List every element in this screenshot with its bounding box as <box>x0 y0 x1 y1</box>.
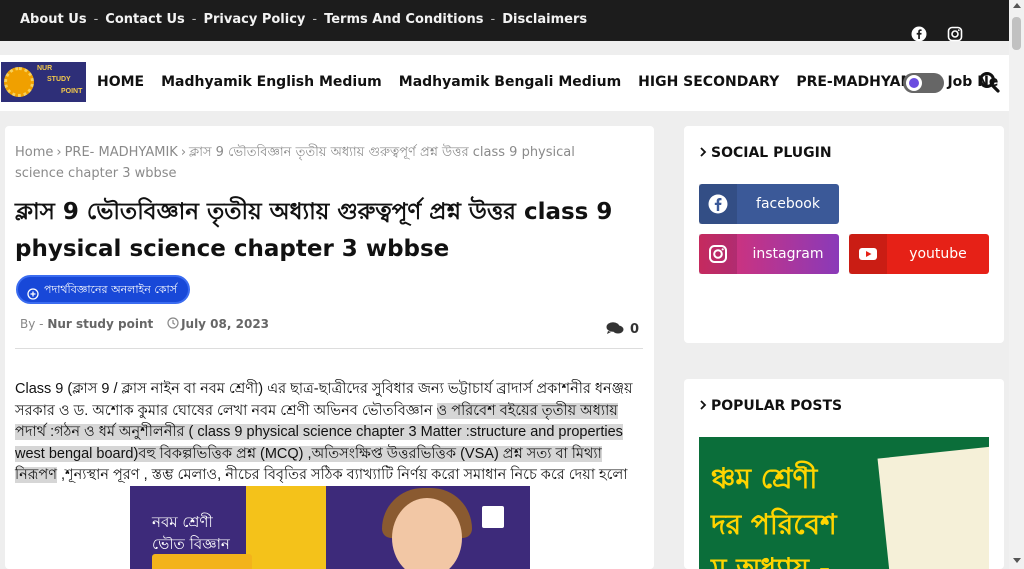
link-separator: - <box>191 12 197 27</box>
logo-text: STUDY <box>47 76 71 83</box>
disclaimers-link[interactable]: Disclaimers <box>502 12 587 27</box>
post-title: ক্লাস 9 ভৌতবিজ্ঞান তৃতীয় অধ্যায় গুরুত্… <box>15 199 613 262</box>
author-prefix: By - <box>20 317 44 331</box>
image-badge <box>482 506 504 528</box>
nav-item-high-secondary[interactable]: HIGH SECONDARY <box>638 74 779 90</box>
body-text-part: ,শূন্যস্থান পূরণ , স্তম্ভ মেলাও, নীচের ব… <box>56 467 628 483</box>
facebook-label: facebook <box>756 196 820 212</box>
book-cover-graphic <box>877 446 989 569</box>
search-icon[interactable] <box>978 71 1000 93</box>
dark-mode-toggle[interactable] <box>903 73 944 93</box>
instagram-icon[interactable] <box>947 26 963 42</box>
top-links: About Us - Contact Us - Privacy Policy - Terms… <box>20 12 587 27</box>
privacy-policy-link[interactable]: Privacy Policy <box>203 12 305 27</box>
moon-icon <box>909 78 919 88</box>
comments-icon <box>606 321 624 335</box>
breadcrumb-separator: › <box>56 145 62 160</box>
popular-posts-heading: POPULAR POSTS <box>699 398 842 414</box>
social-plugin-widget: SOCIAL PLUGIN facebook instagram youtube <box>684 126 1004 343</box>
popular-image-text: ঞ্চম শ্রেণী <box>711 462 818 495</box>
nav-item-madhyamik-english[interactable]: Madhyamik English Medium <box>161 74 382 90</box>
main-navbar: NUR STUDY POINT HOME Madhyamik English Me… <box>0 55 1009 111</box>
image-child-face <box>392 498 462 569</box>
site-logo[interactable]: NUR STUDY POINT <box>1 62 86 102</box>
logo-text: NUR <box>37 65 53 72</box>
logo-sun-graphic <box>4 67 34 97</box>
top-bar: About Us - Contact Us - Privacy Policy - Terms… <box>0 0 1009 42</box>
logo-text: POINT <box>61 88 83 95</box>
scroll-down-arrow-icon[interactable] <box>1013 558 1021 563</box>
scrollbar-thumb[interactable] <box>1012 17 1021 50</box>
image-caption-banner <box>152 554 252 569</box>
scroll-up-arrow-icon[interactable] <box>1013 3 1021 8</box>
chevron-right-icon <box>699 398 707 410</box>
breadcrumb: Home › PRE- MADHYAMIK › ক্লাস 9 ভৌতবিজ্ঞান ত… <box>15 142 625 184</box>
nav-item-home[interactable]: HOME <box>97 74 144 90</box>
youtube-button[interactable]: youtube <box>849 234 989 274</box>
online-course-button[interactable]: পদার্থবিজ্ঞানের অনলাইন কোর্স <box>16 275 190 304</box>
author-name[interactable]: Nur study point <box>47 317 153 331</box>
online-course-label: পদার্থবিজ্ঞানের অনলাইন কোর্স <box>44 283 177 296</box>
popular-posts-widget: POPULAR POSTS ঞ্চম শ্রেণী দর পরিবেশ ম অধ… <box>684 379 1004 569</box>
nav-menu: HOME Madhyamik English Medium Madhyamik Be… <box>97 74 1015 90</box>
popular-image-text: দর পরিবেশ <box>711 508 837 541</box>
popular-posts-title: POPULAR POSTS <box>711 398 843 414</box>
clock-icon <box>167 317 179 329</box>
post-container: Home › PRE- MADHYAMIK › ক্লাস 9 ভৌতবিজ্ঞান ত… <box>5 126 654 569</box>
link-separator: - <box>93 12 99 27</box>
post-meta: By - Nur study point July 08, 2023 <box>20 317 269 331</box>
link-separator: - <box>312 12 318 27</box>
comments-count[interactable]: 0 <box>606 321 639 337</box>
about-us-link[interactable]: About Us <box>20 12 87 27</box>
popular-post-image[interactable]: ঞ্চম শ্রেণী দর পরিবেশ ম অধ্যায় - <box>699 437 989 569</box>
toggle-knob <box>906 75 922 91</box>
instagram-button[interactable]: instagram <box>699 234 839 274</box>
page-scrollbar[interactable] <box>1009 0 1024 569</box>
link-separator: - <box>490 12 496 27</box>
post-date: July 08, 2023 <box>181 317 270 331</box>
plus-circle-icon <box>27 284 39 300</box>
nav-item-madhyamik-bengali[interactable]: Madhyamik Bengali Medium <box>399 74 621 90</box>
breadcrumb-separator: › <box>180 145 187 160</box>
instagram-label: instagram <box>752 246 824 262</box>
post-body: Class 9 (ক্লাস 9 / ক্লাস নাইন বা নবম শ্র… <box>15 379 640 487</box>
divider <box>15 348 643 349</box>
breadcrumb-category[interactable]: PRE- MADHYAMIK <box>65 145 178 160</box>
social-plugin-title: SOCIAL PLUGIN <box>711 145 832 161</box>
top-social-icons <box>911 26 979 47</box>
facebook-icon <box>699 184 737 224</box>
chevron-right-icon <box>699 145 707 157</box>
instagram-icon <box>699 234 737 274</box>
popular-image-text: ম অধ্যায় - <box>711 552 831 569</box>
social-plugin-heading: SOCIAL PLUGIN <box>699 145 832 161</box>
terms-link[interactable]: Terms And Conditions <box>324 12 483 27</box>
youtube-icon <box>849 234 887 274</box>
facebook-icon[interactable] <box>911 26 927 42</box>
facebook-button[interactable]: facebook <box>699 184 839 224</box>
post-featured-image: নবম শ্রেণী ভৌত বিজ্ঞান <box>130 486 530 569</box>
breadcrumb-home[interactable]: Home <box>15 145 53 160</box>
contact-us-link[interactable]: Contact Us <box>105 12 184 27</box>
image-decoration <box>246 486 326 569</box>
youtube-label: youtube <box>909 246 967 262</box>
comment-count-value: 0 <box>630 322 640 337</box>
